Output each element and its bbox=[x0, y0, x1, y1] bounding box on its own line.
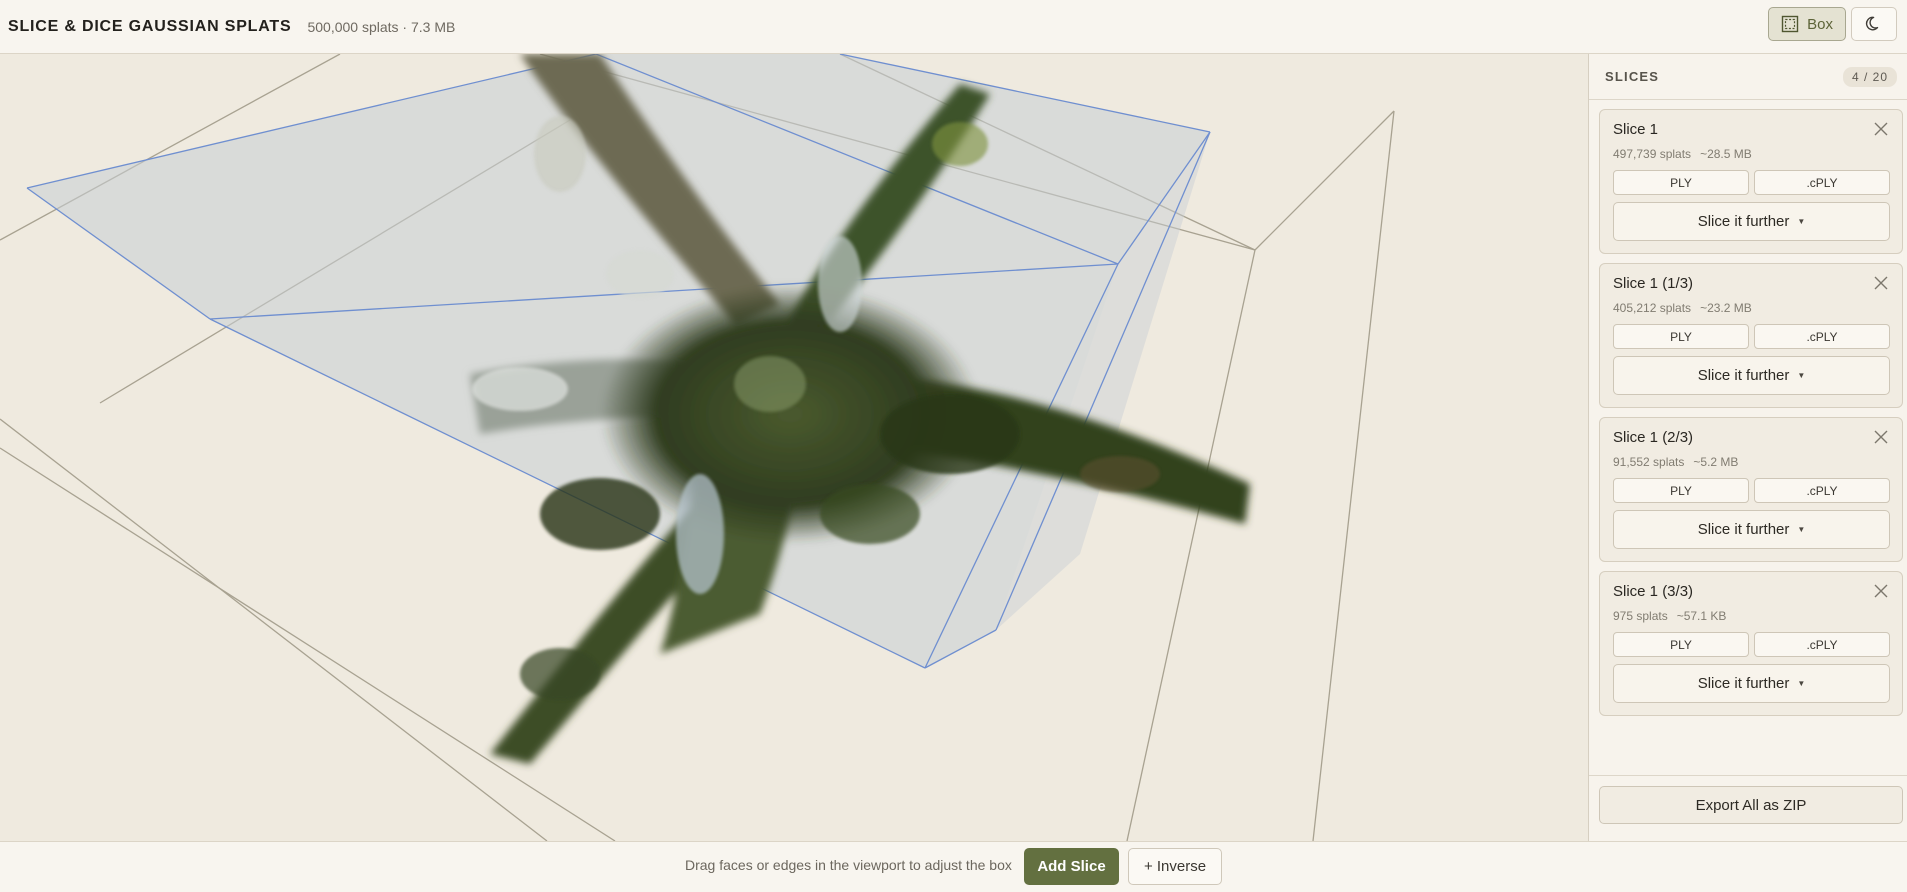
slices-sidebar: SLICES 4 / 20 Slice 1 497,739 splats ~28… bbox=[1588, 54, 1907, 841]
slice-meta: 91,552 splats ~5.2 MB bbox=[1613, 455, 1890, 469]
slice-further-button[interactable]: Slice it further ▼ bbox=[1613, 356, 1890, 395]
slice-further-button[interactable]: Slice it further ▼ bbox=[1613, 664, 1890, 703]
top-bar: SLICE & DICE GAUSSIAN SPLATS 500,000 spl… bbox=[0, 0, 1907, 54]
slice-further-label: Slice it further bbox=[1697, 367, 1790, 384]
format-buttons: PLY .cPLY bbox=[1613, 478, 1890, 503]
caret-down-icon: ▼ bbox=[1797, 525, 1806, 534]
slice-further-button[interactable]: Slice it further ▼ bbox=[1613, 202, 1890, 241]
sidebar-footer: Export All as ZIP bbox=[1589, 775, 1907, 841]
slice-further-button[interactable]: Slice it further ▼ bbox=[1613, 510, 1890, 549]
slice-card: Slice 1 (3/3) 975 splats ~57.1 KB PLY .c… bbox=[1599, 571, 1903, 716]
slice-card: Slice 1 (1/3) 405,212 splats ~23.2 MB PL… bbox=[1599, 263, 1903, 408]
slice-further-label: Slice it further bbox=[1697, 675, 1790, 692]
slice-list: Slice 1 497,739 splats ~28.5 MB PLY .cPL… bbox=[1589, 100, 1907, 716]
slice-card: Slice 1 497,739 splats ~28.5 MB PLY .cPL… bbox=[1599, 109, 1903, 254]
slices-title: SLICES bbox=[1605, 69, 1660, 84]
close-icon[interactable] bbox=[1873, 275, 1889, 291]
slice-splat-count: 91,552 splats bbox=[1613, 455, 1685, 469]
slice-meta: 497,739 splats ~28.5 MB bbox=[1613, 147, 1890, 161]
viewport-hint: Drag faces or edges in the viewport to a… bbox=[685, 857, 1012, 873]
close-icon[interactable] bbox=[1873, 429, 1889, 445]
download-ply-button[interactable]: PLY bbox=[1613, 478, 1749, 503]
slices-header: SLICES 4 / 20 bbox=[1589, 54, 1907, 100]
slices-count-badge: 4 / 20 bbox=[1842, 66, 1897, 87]
close-icon[interactable] bbox=[1873, 583, 1889, 599]
slice-meta: 975 splats ~57.1 KB bbox=[1613, 609, 1890, 623]
format-buttons: PLY .cPLY bbox=[1613, 632, 1890, 657]
export-zip-button[interactable]: Export All as ZIP bbox=[1599, 786, 1903, 824]
format-buttons: PLY .cPLY bbox=[1613, 324, 1890, 349]
box-mode-button[interactable]: Box bbox=[1768, 7, 1846, 41]
slice-name: Slice 1 (3/3) bbox=[1613, 583, 1694, 600]
file-info: 500,000 splats · 7.3 MB bbox=[307, 18, 456, 35]
inverse-button[interactable]: + Inverse bbox=[1128, 848, 1222, 885]
slice-further-label: Slice it further bbox=[1697, 521, 1790, 538]
download-ply-button[interactable]: PLY bbox=[1613, 324, 1749, 349]
slice-size: ~5.2 MB bbox=[1693, 455, 1739, 469]
caret-down-icon: ▼ bbox=[1797, 371, 1806, 380]
caret-down-icon: ▼ bbox=[1797, 217, 1806, 226]
top-actions: Box bbox=[1768, 7, 1897, 41]
caret-down-icon: ▼ bbox=[1797, 679, 1806, 688]
download-cply-button[interactable]: .cPLY bbox=[1754, 324, 1890, 349]
download-cply-button[interactable]: .cPLY bbox=[1754, 632, 1890, 657]
slice-name: Slice 1 (2/3) bbox=[1613, 429, 1694, 446]
app-title: SLICE & DICE GAUSSIAN SPLATS bbox=[8, 17, 292, 35]
slice-size: ~28.5 MB bbox=[1700, 147, 1752, 161]
3d-viewport[interactable] bbox=[0, 54, 1588, 841]
box-select-icon bbox=[1781, 15, 1799, 33]
slice-splat-count: 405,212 splats bbox=[1613, 301, 1692, 315]
format-buttons: PLY .cPLY bbox=[1613, 170, 1890, 195]
add-slice-button[interactable]: Add Slice bbox=[1024, 848, 1119, 885]
download-ply-button[interactable]: PLY bbox=[1613, 170, 1749, 195]
moon-icon bbox=[1865, 16, 1879, 31]
slice-meta: 405,212 splats ~23.2 MB bbox=[1613, 301, 1890, 315]
download-ply-button[interactable]: PLY bbox=[1613, 632, 1749, 657]
bottom-bar: Drag faces or edges in the viewport to a… bbox=[0, 841, 1907, 892]
theme-toggle-button[interactable] bbox=[1851, 7, 1897, 41]
slice-splat-count: 497,739 splats bbox=[1613, 147, 1692, 161]
slice-size: ~57.1 KB bbox=[1676, 609, 1727, 623]
slice-name: Slice 1 bbox=[1613, 121, 1659, 138]
slice-name: Slice 1 (1/3) bbox=[1613, 275, 1694, 292]
slice-card: Slice 1 (2/3) 91,552 splats ~5.2 MB PLY … bbox=[1599, 417, 1903, 562]
slice-further-label: Slice it further bbox=[1697, 213, 1790, 230]
download-cply-button[interactable]: .cPLY bbox=[1754, 170, 1890, 195]
box-mode-label: Box bbox=[1807, 15, 1833, 33]
slice-splat-count: 975 splats bbox=[1613, 609, 1668, 623]
slice-size: ~23.2 MB bbox=[1700, 301, 1752, 315]
close-icon[interactable] bbox=[1873, 121, 1889, 137]
download-cply-button[interactable]: .cPLY bbox=[1754, 478, 1890, 503]
